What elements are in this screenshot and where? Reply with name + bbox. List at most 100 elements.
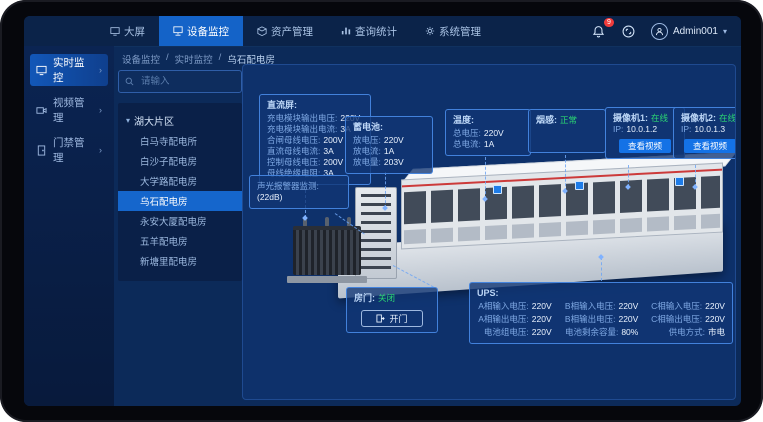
nav-label: 查询统计 (355, 24, 397, 39)
data-row: 总电压:220V (453, 128, 523, 139)
tree-item[interactable]: 白马寺配电所 (118, 131, 242, 151)
callout-connector (385, 172, 386, 208)
tree-item[interactable]: 五羊配电房 (118, 231, 242, 251)
alarm-value: (22dB) (257, 192, 341, 203)
data-cell: C相输出电压:220V (650, 314, 725, 325)
ups-grid: A相输入电压:220V B相输入电压:220V C相输入电压:220V A相输出… (477, 301, 725, 338)
station-tree: ▾ 湖大片区 白马寺配电所 白沙子配电房 大学路配电房 乌石配电房 永安大厦配电… (118, 103, 242, 281)
smoke-status: 正常 (560, 115, 577, 125)
sensor-marker[interactable] (675, 177, 684, 186)
avatar (651, 23, 668, 40)
breadcrumb-item[interactable]: 实时监控 (175, 52, 213, 66)
nav-item-bigscreen[interactable]: 大屏 (96, 16, 159, 46)
sidebar-item-label: 视频管理 (53, 95, 93, 125)
device-monitor-icon (173, 26, 183, 36)
nav-item-assets[interactable]: 资产管理 (243, 16, 327, 46)
breadcrumb-item[interactable]: 设备监控 (122, 52, 160, 66)
data-row: IP:10.0.1.2 (613, 124, 677, 135)
data-row: 烟感:正常 (536, 115, 598, 126)
chevron-right-icon: › (99, 65, 102, 75)
user-menu[interactable]: Admin001 ▾ (651, 23, 727, 40)
nav-label: 系统管理 (439, 24, 481, 39)
alarm-label: 声光报警器监测: (257, 181, 341, 192)
door-icon (36, 145, 47, 156)
data-cell: A相输入电压:220V (477, 301, 552, 312)
data-row: 房门:关闭 (354, 293, 430, 304)
nav-label: 设备监控 (187, 24, 229, 39)
data-row: 放电压:220V (353, 135, 425, 146)
panel-title: 温度: (453, 115, 523, 126)
user-name: Admin001 (673, 26, 718, 37)
callout-connector (485, 157, 486, 199)
station-tree-panel: ▾ 湖大片区 白马寺配电所 白沙子配电房 大学路配电房 乌石配电房 永安大厦配电… (118, 70, 242, 386)
nav-item-device-monitor[interactable]: 设备监控 (159, 16, 243, 46)
nav-label: 资产管理 (271, 24, 313, 39)
breadcrumb-separator: / (166, 52, 169, 66)
callout-connector (601, 257, 602, 281)
data-row: 放电量:203V (353, 157, 425, 168)
breadcrumb-separator: / (219, 52, 222, 66)
camera1-view-video-button[interactable]: 查看视频 (619, 139, 671, 153)
tree-item-selected[interactable]: 乌石配电房 (118, 191, 242, 211)
tree-item[interactable]: 新塘里配电房 (118, 251, 242, 271)
camera1-status: 在线 (651, 113, 668, 123)
data-row: 放电流:1A (353, 146, 425, 157)
tree-item[interactable]: 永安大厦配电房 (118, 211, 242, 231)
ups-panel: UPS: A相输入电压:220V B相输入电压:220V C相输入电压:220V… (469, 282, 733, 344)
open-door-button[interactable]: 开门 (361, 310, 423, 327)
data-row: IP:10.0.1.3 (681, 124, 736, 135)
tree-search-input[interactable] (139, 75, 235, 88)
sidebar-item-door-access[interactable]: 门禁管理 › (30, 134, 108, 166)
door-panel: 房门:关闭 开门 (346, 287, 438, 333)
smoke-sensor-panel: 烟感:正常 (528, 109, 606, 153)
sidebar-item-video-manage[interactable]: 视频管理 › (30, 94, 108, 126)
camera1-ip: 10.0.1.2 (626, 124, 657, 134)
camera2-panel: 摄像机2:在线 IP:10.0.1.3 查看视频 (673, 107, 736, 159)
sensor-marker[interactable] (575, 181, 584, 190)
switchgear-cabinet-row[interactable] (401, 153, 723, 250)
user-icon (655, 27, 664, 36)
data-row: 摄像机1:在线 (613, 113, 677, 124)
data-cell: C相输入电压:220V (650, 301, 725, 312)
tree-item[interactable]: 大学路配电房 (118, 171, 242, 191)
nav-item-system[interactable]: 系统管理 (411, 16, 495, 46)
sound-light-alarm-panel: 声光报警器监测: (22dB) (249, 175, 349, 209)
tree-item[interactable]: 白沙子配电房 (118, 151, 242, 171)
data-cell: 电池剩余容量:80% (564, 327, 639, 338)
bigscreen-icon (110, 26, 120, 36)
topbar: 大屏 设备监控 资产管理 查询统计 系统管理 (24, 16, 741, 47)
sidebar-item-label: 门禁管理 (53, 135, 93, 165)
nav-label: 大屏 (124, 24, 145, 39)
data-cell: B相输出电压:220V (564, 314, 639, 325)
realtime-monitor-icon (36, 65, 47, 76)
temperature-panel: 温度: 总电压:220V 总电流:1A (445, 109, 531, 156)
app-window: 大屏 设备监控 资产管理 查询统计 系统管理 (24, 16, 741, 406)
tree-collapse-icon: ▾ (126, 116, 130, 125)
sidebar: 实时监控 › 视频管理 › 门禁管理 › (24, 46, 114, 406)
data-cell: 供电方式:市电 (650, 327, 725, 338)
sensor-marker[interactable] (493, 185, 502, 194)
tree-root-node[interactable]: ▾ 湖大片区 (118, 110, 242, 131)
data-cell: B相输入电压:220V (564, 301, 639, 312)
data-row: 总电流:1A (453, 139, 523, 150)
nav-item-statistics[interactable]: 查询统计 (327, 16, 411, 46)
transformer-base (287, 276, 367, 283)
fullscreen-button[interactable] (621, 23, 637, 39)
panel-title: UPS: (477, 288, 725, 299)
assets-icon (257, 26, 267, 36)
sidebar-item-realtime-monitor[interactable]: 实时监控 › (30, 54, 108, 86)
room-3d-canvas: 直流屏: 充电模块输出电压:220V 充电模块输出电流:3A 合闸母线电压:20… (242, 64, 736, 400)
panel-title: 直流屏: (267, 100, 363, 111)
topbar-right: 9 Admin001 ▾ (591, 23, 741, 40)
statistics-icon (341, 26, 351, 36)
camera2-view-video-button[interactable]: 查看视频 (684, 139, 736, 153)
data-cell: 电池组电压:220V (477, 327, 552, 338)
door-open-icon (376, 314, 385, 323)
battery-panel: 蓄电池: 放电压:220V 放电流:1A 放电量:203V (345, 116, 433, 174)
sidebar-item-label: 实时监控 (53, 55, 93, 85)
callout-connector (565, 155, 566, 191)
data-cell: A相输出电压:220V (477, 314, 552, 325)
notification-bell-button[interactable]: 9 (591, 23, 607, 39)
tree-search-box[interactable] (118, 70, 242, 93)
data-row: 摄像机2:在线 (681, 113, 736, 124)
